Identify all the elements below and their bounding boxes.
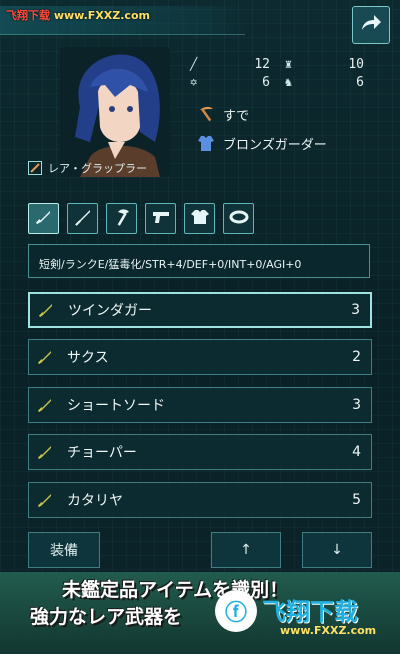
watermark-text: 飞翔下载 [6, 9, 50, 22]
tab-accessory[interactable] [223, 203, 254, 234]
equipped-armor: ブロンズガーダー [195, 132, 327, 154]
skill-icon [28, 161, 42, 175]
item-name: サクス [67, 350, 109, 366]
dagger-icon [37, 444, 57, 460]
watermark-logo-icon: ⓕ [215, 590, 257, 632]
banner-watermark: 飞翔下载 [262, 598, 358, 626]
move-up-button[interactable]: ↑ [211, 532, 281, 568]
item-name: カタリヤ [67, 493, 123, 509]
item-count: 5 [352, 492, 361, 508]
tab-axe[interactable] [106, 203, 137, 234]
boot-icon: ♞ [284, 75, 292, 89]
stats-panel: ╱ 12 ♜ 10 ✡ 6 ♞ 6 [190, 55, 390, 91]
top-bar: 飞翔下载 www.FXXZ.com [0, 0, 400, 44]
item-name: ショートソード [67, 398, 165, 414]
item-count: 3 [351, 302, 360, 318]
list-item[interactable]: カタリヤ 5 [28, 482, 372, 518]
dagger-icon [37, 397, 57, 413]
sword-icon: ╱ [190, 57, 198, 71]
stat-row: ╱ 12 ♜ 10 [190, 55, 390, 73]
item-count: 3 [352, 397, 361, 413]
share-button[interactable] [352, 6, 390, 44]
item-name: ツインダガー [68, 303, 152, 319]
dagger-icon [37, 349, 57, 365]
tab-gun[interactable] [145, 203, 176, 234]
skill-name: レア・グラップラー [48, 162, 147, 175]
share-arrow-icon [360, 14, 382, 36]
equipped-armor-name: ブロンズガーダー [223, 137, 327, 153]
skill-line: レア・グラップラー [28, 160, 147, 176]
armor-icon [195, 134, 217, 152]
list-item[interactable]: チョーパー 4 [28, 434, 372, 470]
list-item[interactable]: ショートソード 3 [28, 387, 372, 423]
stat-defense-value: 10 [348, 56, 364, 72]
dagger-icon [34, 207, 54, 231]
dagger-icon [37, 492, 57, 508]
dagger-icon [38, 302, 58, 318]
item-count: 2 [352, 349, 361, 365]
stat-speed-value: 6 [356, 74, 364, 90]
item-count: 4 [352, 444, 361, 460]
character-portrait [60, 47, 170, 177]
stat-attack-value: 12 [254, 56, 270, 72]
watermark-top: 飞翔下载 www.FXXZ.com [6, 7, 150, 23]
pickaxe-icon [195, 105, 217, 123]
star-icon: ✡ [190, 75, 198, 89]
tab-sword[interactable] [67, 203, 98, 234]
equip-button[interactable]: 装備 [28, 532, 100, 568]
sword-icon [73, 207, 93, 231]
tab-armor[interactable] [184, 203, 215, 234]
banner-line-2: 強力なレア武器を [30, 606, 183, 628]
list-item[interactable]: ツインダガー 3 [28, 292, 372, 328]
ring-icon [229, 207, 249, 231]
banner-watermark-url: www.FXXZ.com [280, 624, 377, 637]
list-item[interactable]: サクス 2 [28, 339, 372, 375]
category-tabs [28, 203, 254, 234]
gun-icon [151, 207, 171, 231]
item-description: 短剣/ランクE/猛毒化/STR+4/DEF+0/INT+0/AGI+0 [28, 244, 370, 278]
watermark-url: www.FXXZ.com [53, 9, 150, 22]
move-down-button[interactable]: ↓ [302, 532, 372, 568]
banner-line-1: 未鑑定品アイテムを識別！ [62, 579, 289, 601]
equipped-weapon-name: すで [223, 108, 250, 124]
promo-banner: 未鑑定品アイテムを識別！ 強力なレア武器を ⓕ 飞翔下载 www.FXXZ.co… [0, 572, 400, 654]
tab-dagger[interactable] [28, 203, 59, 234]
equipped-weapon: すで [195, 103, 249, 125]
armor-icon: ♜ [284, 57, 292, 71]
stat-magic-value: 6 [262, 74, 270, 90]
stat-row: ✡ 6 ♞ 6 [190, 73, 390, 91]
axe-icon [112, 207, 132, 231]
item-name: チョーパー [67, 445, 137, 461]
shirt-icon [190, 207, 210, 231]
